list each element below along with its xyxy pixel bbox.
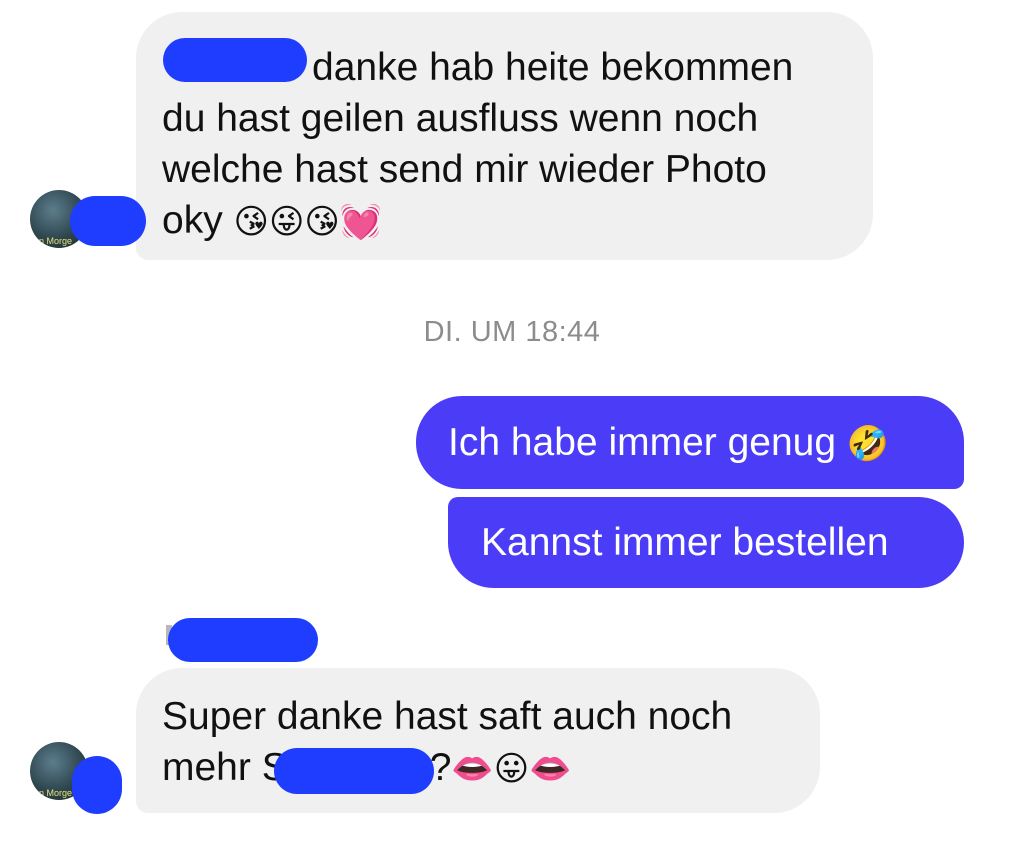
redaction-mark: [274, 748, 434, 794]
rolling-laughing-emoji: 🤣: [846, 424, 890, 464]
outgoing-message-bubble[interactable]: Kannst immer bestellen: [448, 497, 964, 588]
emoji-group: 👄😛👄: [451, 749, 572, 789]
redaction-mark: [72, 756, 122, 814]
avatar-caption: en Morge: [34, 788, 73, 798]
message-line: du hast geilen ausfluss wenn noch: [162, 97, 759, 140]
message-line: oky 😘😜😘💓: [162, 195, 843, 248]
redaction-mark: [70, 196, 146, 246]
timestamp-divider: DI. UM 18:44: [423, 316, 601, 348]
incoming-message-bubble[interactable]: Super danke hast saft auch noch mehr S?👄…: [136, 668, 820, 813]
message-text: Kannst immer bestellen: [481, 521, 889, 564]
avatar-caption: en Morge: [34, 236, 73, 246]
redaction-mark: [163, 38, 307, 82]
message-text: oky: [162, 199, 223, 242]
message-line: welche hast send mir wieder Photo: [162, 148, 767, 191]
message-line: Super danke hast saft auch noch: [162, 695, 733, 738]
redaction-mark: [168, 618, 318, 662]
chat-thread: danke hab heite bekommen du hast geilen …: [0, 0, 1024, 855]
message-text: mehr: [162, 746, 251, 789]
message-line: mehr S?👄😛👄: [162, 742, 790, 795]
emoji-group: 😘😜😘💓: [233, 202, 383, 242]
outgoing-message-bubble[interactable]: Ich habe immer genug 🤣: [416, 396, 964, 489]
message-text: Ich habe immer genug: [448, 421, 837, 464]
